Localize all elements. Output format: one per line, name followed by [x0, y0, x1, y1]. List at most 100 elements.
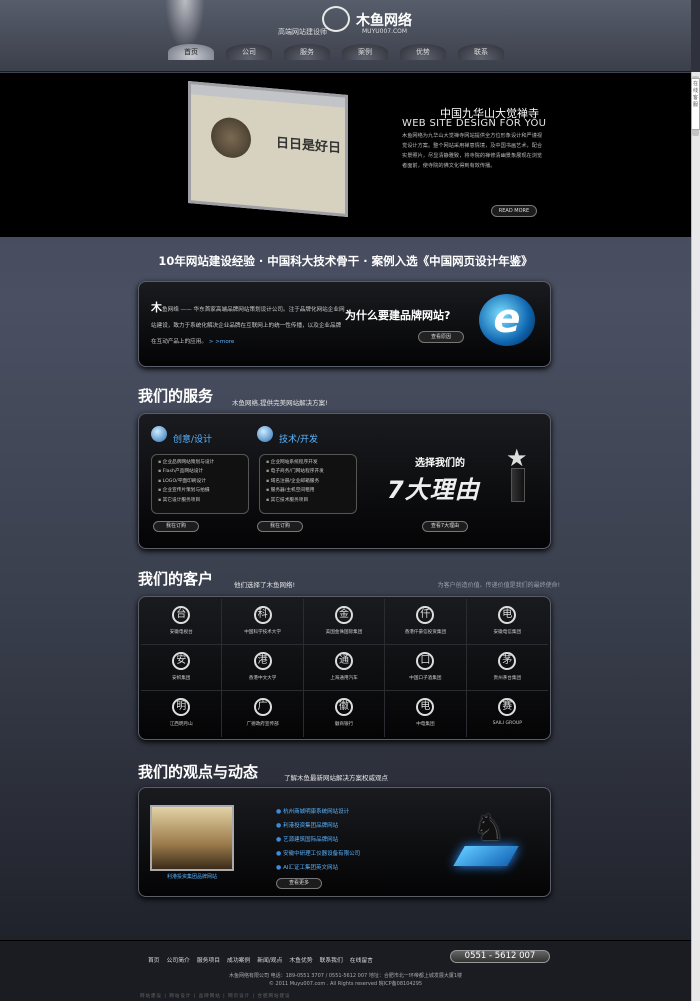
- tech-item[interactable]: 服务器/主机空间租用: [266, 486, 350, 495]
- client-logo-icon: 安: [172, 652, 191, 670]
- intro-panel: 木鱼网络 —— 华东首家高端品牌网站策划设计公司。注于品牌化网站企业网站建设，致…: [138, 281, 551, 367]
- footer-copyright: © 2011 Muyu007.com . All Rights reserved…: [268, 981, 423, 987]
- news-image-caption[interactable]: 利港投资集团品牌网站: [150, 873, 234, 880]
- client-cell[interactable]: 科中国科学技术大学: [222, 599, 304, 645]
- knight-piece-icon: ♞: [473, 808, 506, 849]
- client-name: 贵州茅台集团: [493, 676, 522, 681]
- client-logo-icon: 台: [172, 606, 191, 624]
- news-item[interactable]: 安徽中研理工仪器设备有限公司: [276, 847, 360, 861]
- news-item[interactable]: AI汇证工集团英文网站: [276, 861, 360, 875]
- tech-item[interactable]: 企业网站系统程序开发: [266, 458, 350, 467]
- client-name: 徽商银行: [334, 722, 354, 727]
- intro-lead-char: 木: [151, 301, 162, 314]
- footer-link-advantages[interactable]: 木鱼优势: [289, 955, 312, 964]
- client-name: 中国科学技术大学: [244, 630, 281, 635]
- services-panel: 创意/设计 企业品牌网站策划与设计 Flash产品网站设计 LOGO/平面印刷设…: [138, 413, 551, 549]
- client-logo-icon: 仟: [416, 606, 435, 624]
- client-cell[interactable]: 仟香港仟豪信投资集团: [385, 599, 467, 645]
- client-cell[interactable]: 电安徽电信集团: [466, 599, 548, 645]
- footer-link-news[interactable]: 新闻/观点: [257, 955, 282, 964]
- nav-home[interactable]: 首页: [168, 44, 214, 60]
- design-item[interactable]: Flash产品网站设计: [158, 467, 242, 476]
- client-cell[interactable]: 口中国口子酒集团: [385, 645, 467, 691]
- client-cell[interactable]: 电中电集团: [385, 691, 467, 737]
- client-cell[interactable]: 安安帜集团: [141, 645, 223, 691]
- main-nav: 首页 公司 服务 案例 优势 联系: [168, 44, 504, 60]
- nav-company[interactable]: 公司: [226, 44, 272, 60]
- news-item[interactable]: 杭州商城明康系统网站设计: [276, 805, 360, 819]
- news-featured-image[interactable]: [150, 805, 234, 871]
- site-header: 木鱼网络 MUYU007.COM 高端网站建设师 首页 公司 服务 案例 优势 …: [0, 0, 691, 72]
- footer-seo-links[interactable]: 网站建设 | 网站设计 | 品牌网站 | 网页设计 | 合肥网站建设: [140, 993, 291, 999]
- client-cell[interactable]: 港香港中文大学: [222, 645, 304, 691]
- tech-icon: [257, 426, 273, 442]
- view-reason-button[interactable]: 查看原因: [418, 331, 464, 343]
- client-name: 广德政府宣传部: [246, 722, 279, 727]
- footer-link-services[interactable]: 服务项目: [197, 955, 220, 964]
- client-cell[interactable]: 台安徽电视台: [141, 599, 223, 645]
- intro-text: 木鱼网络 —— 华东首家高端品牌网站策划设计公司。注于品牌化网站企业网站建设，致…: [151, 300, 346, 350]
- choose-us-label: 选择我们的: [415, 458, 465, 469]
- trophy-base: [511, 468, 525, 502]
- design-list: 企业品牌网站策划与设计 Flash产品网站设计 LOGO/平面印刷设计 企业宣传…: [151, 454, 249, 514]
- nav-contact[interactable]: 联系: [458, 44, 504, 60]
- case-screenshot[interactable]: 日日是好日: [188, 81, 348, 217]
- screen-calligraphy: 日日是好日: [276, 135, 342, 157]
- design-order-button[interactable]: 我在订购: [153, 521, 199, 532]
- intro-more-link[interactable]: > >more: [209, 339, 235, 345]
- client-cell[interactable]: 金美国金侏国际集团: [303, 599, 386, 645]
- client-logo-icon: 通: [334, 652, 353, 670]
- client-cell[interactable]: 赛 SAILI GROUP: [467, 691, 548, 737]
- clients-grid: 台安徽电视台科中国科学技术大学金美国金侏国际集团仟香港仟豪信投资集团电安徽电信集…: [138, 596, 551, 740]
- client-name: 上海通用汽车: [330, 676, 358, 681]
- client-name: 中电集团: [416, 722, 435, 727]
- footer-link-about[interactable]: 公司简介: [167, 955, 190, 964]
- chess-board: [453, 846, 519, 866]
- client-cell[interactable]: 明江西明月山: [141, 691, 223, 737]
- logo-domain: MUYU007.COM: [362, 28, 408, 35]
- client-cell[interactable]: 茅贵州茅台集团: [466, 645, 548, 691]
- client-cell[interactable]: 广广德政府宣传部: [222, 691, 304, 737]
- site-logo[interactable]: 木鱼网络 MUYU007.COM: [322, 6, 432, 36]
- footer-link-contact[interactable]: 联系我们: [320, 955, 343, 964]
- design-item[interactable]: 企业宣传片策划与拍摄: [158, 486, 242, 495]
- site-tagline: 高端网站建设师: [278, 28, 327, 36]
- client-logo-icon: 电: [416, 698, 435, 716]
- tech-order-button[interactable]: 我在订购: [257, 521, 303, 532]
- nav-advantages[interactable]: 优势: [400, 44, 446, 60]
- site-footer: 首页 公司简介 服务项目 成功案例 新闻/观点 木鱼优势 联系我们 在线留言 0…: [0, 940, 691, 1001]
- news-item[interactable]: 利港投资集团品牌网站: [276, 819, 360, 833]
- spotlight-decoration: [165, 0, 205, 50]
- footer-link-home[interactable]: 首页: [148, 955, 160, 964]
- online-service-tab[interactable]: 在线客服: [691, 78, 700, 130]
- footer-link-message[interactable]: 在线留言: [350, 955, 373, 964]
- client-logo-icon: 金: [334, 606, 353, 624]
- client-name: 江西明月山: [169, 722, 193, 727]
- intro-body: 鱼网络 —— 华东首家高端品牌网站策划设计公司。注于品牌化网站企业网站建设，致力…: [151, 307, 345, 345]
- nav-services[interactable]: 服务: [284, 44, 330, 60]
- client-logo-icon: 赛: [498, 698, 517, 716]
- client-cell[interactable]: 通上海通用汽车: [303, 645, 386, 691]
- news-subtitle: 了解木鱼最新网站解决方案权威观点: [284, 774, 388, 782]
- headline-slogan: 10年网站建设经验 · 中国科大技术骨干 · 案例入选《中国网页设计年鉴》: [158, 254, 533, 268]
- page-scrollbar[interactable]: [691, 72, 700, 1001]
- nav-cases[interactable]: 案例: [342, 44, 388, 60]
- client-logo-icon: 电: [498, 606, 517, 624]
- tech-item[interactable]: 其它技术服务项目: [266, 496, 350, 505]
- design-item[interactable]: LOGO/平面印刷设计: [158, 477, 242, 486]
- client-logo-icon: 明: [172, 698, 191, 716]
- design-item[interactable]: 企业品牌网站策划与设计: [158, 458, 242, 467]
- client-cell[interactable]: 徽徽商银行: [304, 691, 386, 737]
- banner-read-more-button[interactable]: READ MORE: [491, 205, 537, 217]
- footer-info: 木鱼网络有限公司 电话：189-0551 3707 / 0551-5612 00…: [0, 972, 691, 988]
- design-item[interactable]: 其它设计服务项目: [158, 496, 242, 505]
- tech-item[interactable]: 域名注册/企业邮箱服务: [266, 477, 350, 486]
- banner-subtitle: WEB SITE DESIGN FOR YOU: [402, 118, 547, 129]
- tech-item[interactable]: 电子商务/门网站程序开发: [266, 467, 350, 476]
- tech-heading: 技术/开发: [279, 435, 319, 445]
- footer-nav: 首页 公司简介 服务项目 成功案例 新闻/观点 木鱼优势 联系我们 在线留言: [148, 955, 373, 964]
- news-item[interactable]: 艺源建筑国际品牌网站: [276, 833, 360, 847]
- seven-reasons-button[interactable]: 查看7大理由: [422, 521, 468, 532]
- news-more-button[interactable]: 查看更多: [276, 878, 322, 889]
- footer-link-cases[interactable]: 成功案例: [227, 955, 250, 964]
